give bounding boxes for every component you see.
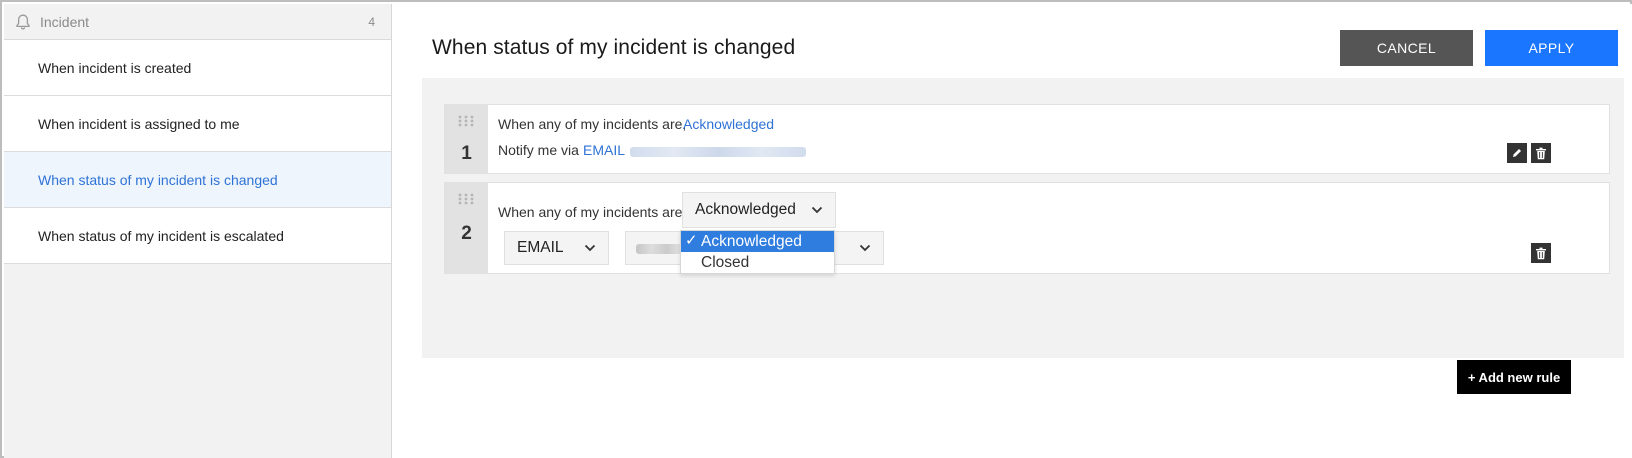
page-title: When status of my incident is changed [432, 36, 796, 59]
rule-condition-text: When any of my incidents are [498, 204, 683, 220]
sidebar-header-count: 4 [368, 14, 375, 29]
sidebar-item-status-escalated[interactable]: When status of my incident is escalated [4, 208, 391, 264]
rule-card: 2 When any of my incidents are Acknowled… [444, 182, 1610, 274]
rule-condition-value[interactable]: Acknowledged [683, 116, 774, 132]
drag-handle[interactable]: 2 [445, 183, 488, 273]
dropdown-option-label: Acknowledged [701, 232, 802, 250]
sidebar: Incident 4 When incident is created When… [4, 4, 392, 458]
rule-notify-text: Notify me via [498, 142, 579, 158]
rule-condition-text: When any of my incidents are, [498, 116, 687, 132]
sidebar-item-incident-created[interactable]: When incident is created [4, 40, 391, 96]
status-dropdown-menu: ✓ Acknowledged Closed [680, 230, 835, 274]
sidebar-item-incident-assigned[interactable]: When incident is assigned to me [4, 96, 391, 152]
sidebar-header: Incident 4 [4, 4, 391, 40]
trash-icon [1536, 247, 1546, 259]
rule-card: 1 When any of my incidents are, Acknowle… [444, 104, 1610, 174]
trash-icon [1536, 147, 1546, 159]
main-content: When status of my incident is changed CA… [392, 4, 1632, 458]
sidebar-header-label: Incident [40, 13, 90, 30]
chevron-down-icon [859, 244, 871, 252]
rule-notify-channel[interactable]: EMAIL [583, 142, 625, 158]
cancel-button[interactable]: CANCEL [1340, 30, 1473, 66]
drag-handle[interactable]: 1 [445, 105, 488, 173]
sidebar-item-label: When status of my incident is changed [38, 171, 278, 188]
grip-icon [458, 115, 474, 127]
redacted-email [630, 147, 806, 157]
grip-icon [458, 193, 474, 205]
delete-button[interactable] [1531, 143, 1551, 163]
rule-number: 1 [461, 143, 472, 164]
dropdown-option-closed[interactable]: Closed [681, 252, 834, 273]
redacted-recipient [636, 244, 682, 254]
sidebar-item-label: When status of my incident is escalated [38, 227, 284, 244]
edit-button[interactable] [1507, 143, 1527, 163]
sidebar-item-label: When incident is created [38, 59, 192, 76]
add-new-rule-button[interactable]: + Add new rule [1457, 360, 1571, 394]
chevron-down-icon [584, 244, 596, 252]
app-window: Incident 4 When incident is created When… [0, 0, 1632, 458]
sidebar-item-status-changed[interactable]: When status of my incident is changed [4, 152, 391, 208]
status-select-value: Acknowledged [695, 201, 796, 218]
channel-select[interactable]: EMAIL [504, 231, 609, 265]
status-select[interactable]: Acknowledged [682, 192, 836, 228]
bell-icon [16, 14, 30, 29]
dropdown-option-label: Closed [701, 253, 750, 271]
delete-button[interactable] [1531, 243, 1551, 263]
apply-button[interactable]: APPLY [1485, 30, 1618, 66]
sidebar-item-label: When incident is assigned to me [38, 115, 240, 132]
channel-select-value: EMAIL [517, 239, 564, 256]
pencil-icon [1513, 149, 1521, 157]
chevron-down-icon [811, 206, 823, 214]
rule-number: 2 [461, 223, 472, 244]
checkmark-icon: ✓ [685, 232, 698, 249]
rules-panel: 1 When any of my incidents are, Acknowle… [422, 78, 1624, 394]
dropdown-option-acknowledged[interactable]: ✓ Acknowledged [681, 231, 834, 252]
